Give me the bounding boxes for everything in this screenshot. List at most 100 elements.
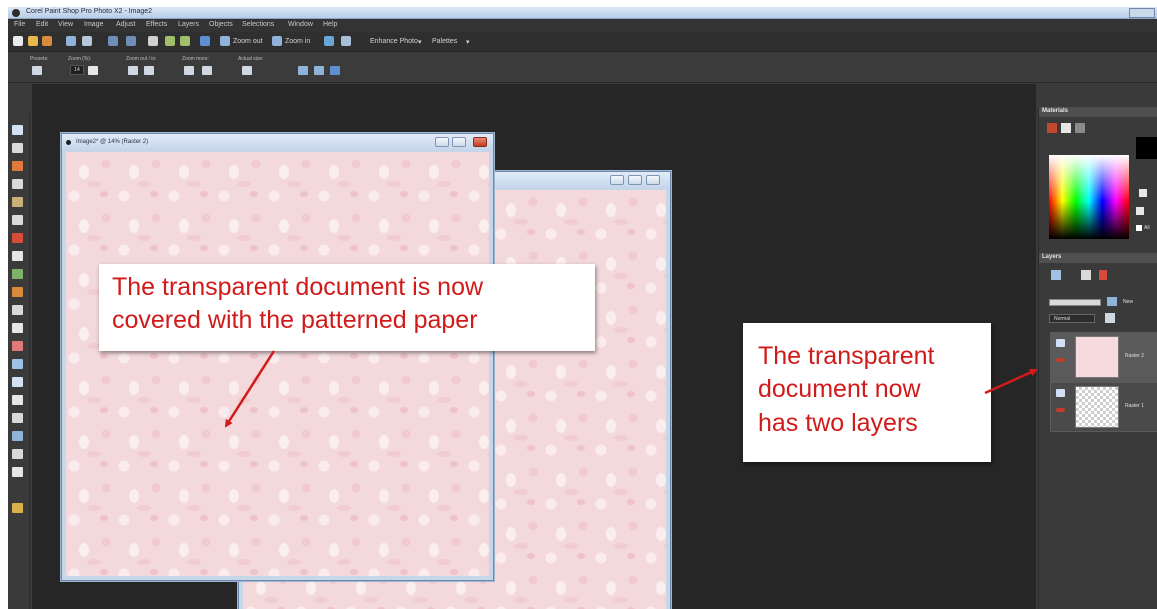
front-window-titlebar[interactable]: Image2* @ 14% (Raster 2) [62, 134, 493, 151]
menu-image[interactable]: Image [84, 21, 103, 28]
visibility-icon[interactable] [1056, 339, 1065, 347]
zoom-more-out-icon[interactable] [184, 66, 194, 75]
window-controls[interactable] [1129, 8, 1155, 18]
object-selector-icon[interactable] [12, 503, 23, 513]
enhance-photo-dropdown-icon[interactable]: ▾ [418, 38, 422, 46]
link-icon[interactable] [1056, 408, 1065, 412]
cut-icon[interactable] [148, 36, 158, 46]
blend-mode-select[interactable]: Normal [1049, 314, 1095, 323]
layer-row-raster-2[interactable]: Raster 2 [1050, 332, 1157, 382]
new-layer-group-icon[interactable] [1081, 270, 1091, 280]
foreground-color-swatch[interactable] [1136, 137, 1157, 159]
paint-brush-icon[interactable] [12, 287, 23, 297]
menu-effects[interactable]: Effects [146, 21, 167, 28]
back-minimize-icon[interactable] [610, 175, 624, 185]
copy-icon[interactable] [165, 36, 175, 46]
visibility-icon[interactable] [1056, 389, 1065, 397]
red-eye-tool-icon[interactable] [12, 233, 23, 243]
materials-title: Materials [1042, 108, 1069, 114]
zoom-out-icon[interactable] [220, 36, 230, 46]
front-maximize-icon[interactable] [452, 137, 466, 147]
clone-brush-icon[interactable] [12, 251, 23, 261]
front-close-icon[interactable] [473, 137, 487, 147]
menu-view[interactable]: View [58, 21, 73, 28]
menu-adjust[interactable]: Adjust [116, 21, 135, 28]
front-patterned-canvas[interactable] [66, 152, 489, 576]
picture-tube-icon[interactable] [12, 359, 23, 369]
browse-icon[interactable] [42, 36, 52, 46]
opacity-slider[interactable] [1049, 299, 1101, 306]
swap-colors-icon[interactable] [1139, 189, 1147, 197]
help-icon[interactable] [200, 36, 210, 46]
back-close-icon[interactable] [646, 175, 660, 185]
materials-palette-header[interactable]: Materials [1039, 107, 1157, 117]
pick-tool-icon[interactable] [12, 143, 23, 153]
front-minimize-icon[interactable] [435, 137, 449, 147]
menu-layers[interactable]: Layers [178, 21, 199, 28]
save-icon[interactable] [66, 36, 76, 46]
zoom-out-tool-icon[interactable] [128, 66, 138, 75]
selection-tool-icon[interactable] [12, 161, 23, 171]
paste-icon[interactable] [180, 36, 190, 46]
zoom-out-button[interactable]: Zoom out [233, 38, 263, 45]
straighten-tool-icon[interactable] [12, 215, 23, 225]
fit-image-icon[interactable] [314, 66, 324, 75]
crop-tool-icon[interactable] [12, 197, 23, 207]
pan-tool-icon[interactable] [12, 125, 23, 135]
menu-edit[interactable]: Edit [36, 21, 48, 28]
airbrush-icon[interactable] [12, 305, 23, 315]
zoom-in-icon[interactable] [272, 36, 282, 46]
new-raster-layer-icon[interactable] [1051, 270, 1061, 280]
pen-tool-icon[interactable] [12, 449, 23, 459]
rainbow-tab-icon[interactable] [1061, 123, 1071, 133]
eraser-tool-icon[interactable] [12, 341, 23, 351]
palettes-dropdown-icon[interactable]: ▾ [466, 38, 470, 46]
layer-row-raster-1[interactable]: Raster 1 [1050, 382, 1157, 432]
actual-size-icon[interactable] [242, 66, 252, 75]
zoom-in-button[interactable]: Zoom in [285, 38, 310, 45]
menu-selections[interactable]: Selections [242, 21, 274, 28]
lock-transparency-icon[interactable] [1105, 313, 1115, 323]
screen-fit-icon[interactable] [330, 66, 340, 75]
preset-shape-icon[interactable] [12, 431, 23, 441]
zoom-stepper-icon[interactable] [88, 66, 98, 75]
transparent-toggle-icon[interactable] [1136, 207, 1144, 215]
menu-file[interactable]: File [14, 21, 25, 28]
layers-palette-header[interactable]: Layers [1039, 253, 1157, 263]
zoom-in-tool-icon[interactable] [144, 66, 154, 75]
color-changer-icon[interactable] [12, 395, 23, 405]
scratch-remover-icon[interactable] [12, 269, 23, 279]
menu-window[interactable]: Window [288, 21, 313, 28]
all-tools-checkbox[interactable] [1136, 225, 1142, 231]
new-button[interactable]: New [1123, 299, 1133, 305]
mask-icon[interactable] [1107, 297, 1117, 306]
fit-window-icon[interactable] [298, 66, 308, 75]
swatches-tab-icon[interactable] [1075, 123, 1085, 133]
text-tool-icon[interactable] [12, 413, 23, 423]
link-icon[interactable] [1056, 358, 1065, 362]
presets-icon[interactable] [32, 66, 42, 75]
warp-brush-icon[interactable] [12, 467, 23, 477]
color-spectrum[interactable] [1049, 155, 1129, 239]
new-file-icon[interactable] [13, 36, 23, 46]
lighten-darken-icon[interactable] [12, 323, 23, 333]
zoom-more-in-icon[interactable] [202, 66, 212, 75]
zoom-pct-field[interactable]: 14 [70, 65, 84, 75]
undo-icon[interactable] [108, 36, 118, 46]
flood-fill-icon[interactable] [12, 377, 23, 387]
redo-icon[interactable] [126, 36, 136, 46]
menu-objects[interactable]: Objects [209, 21, 233, 28]
zoom-more-label: Zoom more: [182, 56, 209, 62]
dropper-tool-icon[interactable] [12, 179, 23, 189]
frame-tab-icon[interactable] [1047, 123, 1057, 133]
front-image-window[interactable]: Image2* @ 14% (Raster 2) [61, 133, 494, 581]
delete-layer-icon[interactable] [1099, 270, 1107, 280]
pan-icon[interactable] [324, 36, 334, 46]
enhance-photo-button[interactable]: Enhance Photo [370, 38, 418, 45]
save-as-icon[interactable] [82, 36, 92, 46]
screen-icon[interactable] [341, 36, 351, 46]
menu-help[interactable]: Help [323, 21, 337, 28]
open-folder-icon[interactable] [28, 36, 38, 46]
back-maximize-icon[interactable] [628, 175, 642, 185]
palettes-button[interactable]: Palettes [432, 38, 457, 45]
